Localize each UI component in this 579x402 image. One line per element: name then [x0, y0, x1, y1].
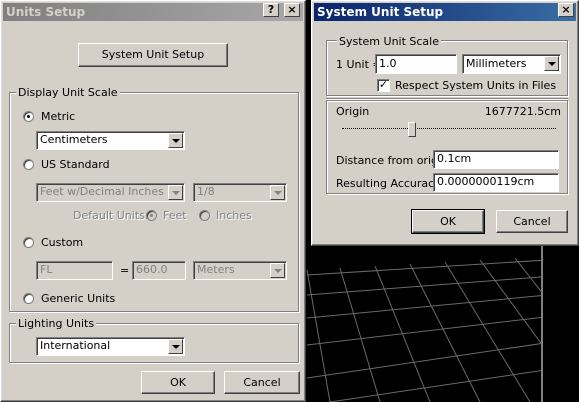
- us-standard-radio[interactable]: [23, 159, 34, 170]
- metric-label: Metric: [41, 110, 76, 123]
- accuracy-field[interactable]: 0.0000000119cm: [433, 173, 559, 192]
- chevron-down-icon: [544, 56, 559, 71]
- distance-field[interactable]: 0.1cm: [433, 150, 559, 169]
- respect-system-units-label: Respect System Units in Files: [395, 79, 557, 92]
- slider-thumb[interactable]: [408, 122, 416, 137]
- inches-radio[interactable]: [199, 210, 210, 221]
- chevron-down-icon: [270, 263, 285, 278]
- cancel-button[interactable]: Cancel: [496, 210, 568, 233]
- chevron-down-icon: [168, 133, 183, 148]
- equals-label: =: [120, 264, 130, 277]
- custom-name-field[interactable]: FL: [36, 261, 113, 280]
- default-units-label: Default Units:: [73, 209, 149, 222]
- accuracy-label: Resulting Accuracy:: [336, 177, 444, 190]
- close-icon[interactable]: ×: [558, 3, 574, 17]
- unit-type-select[interactable]: Millimeters: [462, 54, 561, 74]
- units-setup-dialog: Units Setup ? × System Unit Setup Displa…: [0, 0, 306, 402]
- units-setup-title: Units Setup: [6, 5, 86, 19]
- lighting-units-select[interactable]: International: [36, 337, 185, 356]
- fraction-select[interactable]: 1/8: [193, 183, 287, 202]
- system-unit-setup-dialog: System Unit Setup × System Unit Scale 1 …: [311, 0, 579, 246]
- custom-radio[interactable]: [23, 237, 34, 248]
- us-unit-select[interactable]: Feet w/Decimal Inches: [36, 183, 185, 202]
- respect-system-units-checkbox[interactable]: ✓: [377, 79, 390, 92]
- metric-unit-select[interactable]: Centimeters: [36, 131, 185, 150]
- origin-slider[interactable]: [342, 121, 556, 139]
- display-unit-scale-label: Display Unit Scale: [16, 86, 120, 99]
- origin-label: Origin: [336, 105, 370, 118]
- lighting-units-label: Lighting Units: [16, 317, 97, 330]
- origin-value: 1677721.5cm: [484, 105, 561, 118]
- system-unit-setup-titlebar[interactable]: System Unit Setup: [314, 3, 576, 21]
- feet-radio[interactable]: [146, 210, 157, 221]
- unit-value-field[interactable]: 1.0: [375, 54, 457, 74]
- custom-label: Custom: [41, 236, 84, 249]
- custom-unit-select[interactable]: Meters: [193, 261, 287, 280]
- inches-label: Inches: [216, 209, 252, 222]
- feet-label: Feet: [163, 209, 187, 222]
- generic-units-label: Generic Units: [41, 292, 116, 305]
- custom-amount-field[interactable]: 660.0: [132, 261, 186, 280]
- ok-button[interactable]: OK: [141, 371, 215, 394]
- chevron-down-icon: [168, 339, 183, 354]
- system-unit-setup-title: System Unit Setup: [317, 5, 444, 19]
- close-icon[interactable]: ×: [284, 3, 300, 17]
- units-setup-titlebar[interactable]: Units Setup: [3, 3, 303, 21]
- chevron-down-icon: [168, 185, 183, 200]
- chevron-down-icon: [270, 185, 285, 200]
- system-unit-setup-button[interactable]: System Unit Setup: [78, 43, 228, 67]
- ok-button[interactable]: OK: [411, 209, 485, 234]
- help-button[interactable]: ?: [263, 3, 279, 17]
- metric-radio[interactable]: [23, 111, 34, 122]
- system-unit-scale-label: System Unit Scale: [337, 35, 441, 48]
- generic-units-radio[interactable]: [23, 293, 34, 304]
- slider-track: [342, 128, 556, 129]
- us-standard-label: US Standard: [41, 158, 110, 171]
- cancel-button[interactable]: Cancel: [224, 371, 300, 394]
